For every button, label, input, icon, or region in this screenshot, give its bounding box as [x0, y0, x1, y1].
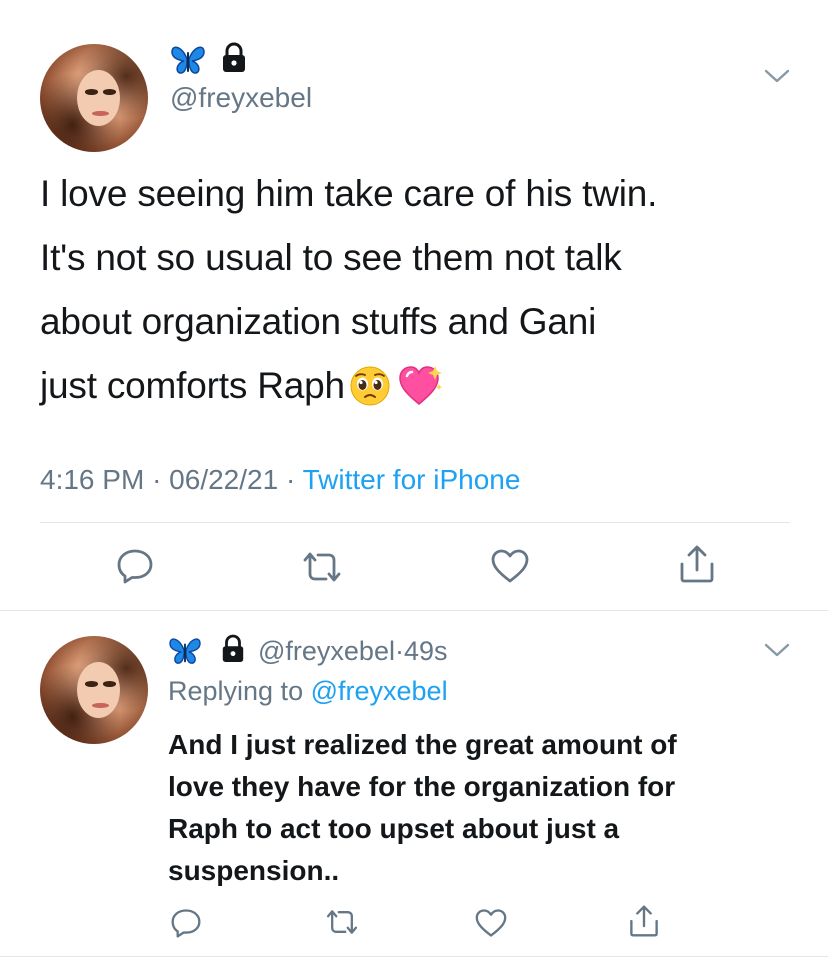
avatar-face: [76, 661, 120, 719]
meta-separator: ·: [285, 464, 296, 495]
butterfly-icon: [171, 46, 205, 74]
reply-text-line: And I just realized the great amount of: [168, 729, 677, 760]
meta-separator: ·: [394, 636, 404, 666]
tweet-text-line: It's not so usual to see them not talk: [40, 237, 622, 278]
author-avatar[interactable]: [40, 44, 148, 152]
chevron-down-icon[interactable]: [764, 642, 790, 658]
reply-age[interactable]: 49s: [404, 636, 448, 666]
pleading-face-emoji: [350, 366, 390, 406]
divider: [0, 956, 828, 957]
lock-icon: [222, 634, 244, 662]
reply-icon[interactable]: [170, 908, 202, 938]
replying-to-label: Replying to: [168, 676, 304, 706]
lock-icon: [223, 42, 245, 72]
avatar-face: [76, 69, 120, 127]
sparkling-heart-emoji: [399, 366, 442, 405]
reply-author-avatar[interactable]: [40, 636, 148, 744]
tweet-date[interactable]: 06/22/21: [169, 464, 278, 495]
reply-author-handle[interactable]: @freyxebel: [258, 636, 395, 666]
tweet-text-line: just comforts Raph: [40, 365, 345, 406]
avatar-eye: [85, 681, 99, 687]
avatar-eye: [102, 681, 116, 687]
replying-to: Replying to @freyxebel: [168, 676, 448, 707]
retweet-icon[interactable]: [300, 550, 344, 584]
tweet-time[interactable]: 4:16 PM: [40, 464, 144, 495]
chevron-down-icon[interactable]: [764, 68, 790, 84]
tweet-meta: 4:16 PM · 06/22/21 · Twitter for iPhone: [40, 464, 520, 496]
like-icon[interactable]: [490, 548, 530, 584]
replying-to-handle-link[interactable]: @freyxebel: [311, 676, 448, 706]
tweet-text-line: about organization stuffs and Gani: [40, 301, 597, 342]
divider: [0, 610, 828, 611]
tweet-source-link[interactable]: Twitter for iPhone: [303, 464, 521, 495]
reply-text-line: suspension..: [168, 855, 340, 886]
tweet-text-line: I love seeing him take care of his twin.: [40, 173, 658, 214]
meta-separator: ·: [152, 464, 162, 495]
reply-text-line: Raph to act too upset about just a: [168, 813, 620, 844]
retweet-icon[interactable]: [324, 908, 360, 936]
divider: [40, 522, 790, 523]
butterfly-icon: [169, 638, 201, 664]
reply-text-line: love they have for the organization for: [168, 771, 676, 802]
reply-icon[interactable]: [116, 548, 154, 584]
reply-header: @freyxebel·49s: [258, 636, 448, 667]
reply-text: And I just realized the great amount of …: [168, 724, 788, 892]
author-handle[interactable]: @freyxebel: [170, 82, 312, 114]
avatar-eye: [102, 89, 116, 95]
share-icon[interactable]: [678, 544, 716, 584]
share-icon[interactable]: [628, 904, 660, 938]
avatar-eye: [85, 89, 99, 95]
like-icon[interactable]: [474, 908, 508, 938]
tweet-text: I love seeing him take care of his twin.…: [40, 162, 800, 418]
